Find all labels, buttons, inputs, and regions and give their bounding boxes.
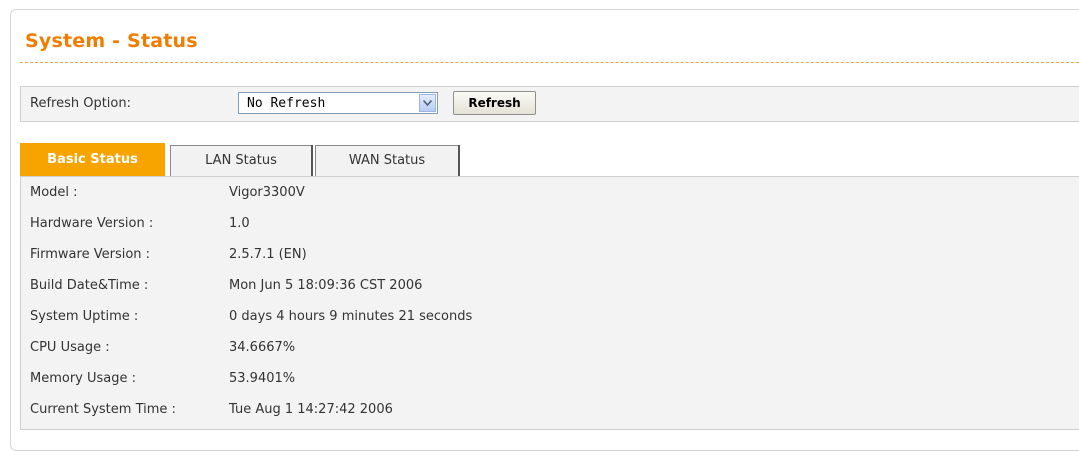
- status-value: 1.0: [229, 216, 250, 231]
- status-row-firmware-version: Firmware Version : 2.5.7.1 (EN): [21, 241, 1079, 271]
- status-value: Tue Aug 1 14:27:42 2006: [229, 402, 393, 417]
- status-label: System Uptime :: [30, 309, 139, 324]
- status-row-memory-usage: Memory Usage : 53.9401%: [21, 365, 1079, 395]
- status-row-model: Model : Vigor3300V: [21, 179, 1079, 209]
- status-row-build-date-time: Build Date&Time : Mon Jun 5 18:09:36 CST…: [21, 272, 1079, 302]
- status-label: Model :: [30, 185, 78, 200]
- status-value: 34.6667%: [229, 340, 296, 355]
- basic-status-panel: Model : Vigor3300V Hardware Version : 1.…: [20, 176, 1079, 430]
- page-title: System - Status: [25, 30, 198, 52]
- chevron-down-icon[interactable]: [419, 94, 436, 112]
- tab-basic-status[interactable]: Basic Status: [20, 143, 165, 176]
- status-row-current-system-time: Current System Time : Tue Aug 1 14:27:42…: [21, 396, 1079, 426]
- status-row-hardware-version: Hardware Version : 1.0: [21, 210, 1079, 240]
- title-divider: [20, 62, 1079, 63]
- tab-divider: [458, 145, 460, 176]
- status-label: Current System Time :: [30, 402, 176, 417]
- status-value: Mon Jun 5 18:09:36 CST 2006: [229, 278, 423, 293]
- refresh-option-label: Refresh Option:: [30, 96, 131, 111]
- tab-lan-status[interactable]: LAN Status: [170, 145, 312, 176]
- status-label: Firmware Version :: [30, 247, 151, 262]
- status-value: 2.5.7.1 (EN): [229, 247, 307, 262]
- tab-wan-status[interactable]: WAN Status: [315, 145, 459, 176]
- status-label: CPU Usage :: [30, 340, 110, 355]
- refresh-option-select[interactable]: No Refresh: [238, 92, 438, 114]
- refresh-button[interactable]: Refresh: [453, 91, 536, 115]
- refresh-option-value: No Refresh: [247, 96, 326, 111]
- status-label: Memory Usage :: [30, 371, 137, 386]
- tab-divider: [311, 145, 313, 176]
- status-value: Vigor3300V: [229, 185, 305, 200]
- status-row-cpu-usage: CPU Usage : 34.6667%: [21, 334, 1079, 364]
- status-label: Build Date&Time :: [30, 278, 149, 293]
- status-label: Hardware Version :: [30, 216, 154, 231]
- status-row-system-uptime: System Uptime : 0 days 4 hours 9 minutes…: [21, 303, 1079, 333]
- status-value: 53.9401%: [229, 371, 296, 386]
- status-value: 0 days 4 hours 9 minutes 21 seconds: [229, 309, 473, 324]
- refresh-option-bar: Refresh Option: No Refresh Refresh: [20, 86, 1079, 122]
